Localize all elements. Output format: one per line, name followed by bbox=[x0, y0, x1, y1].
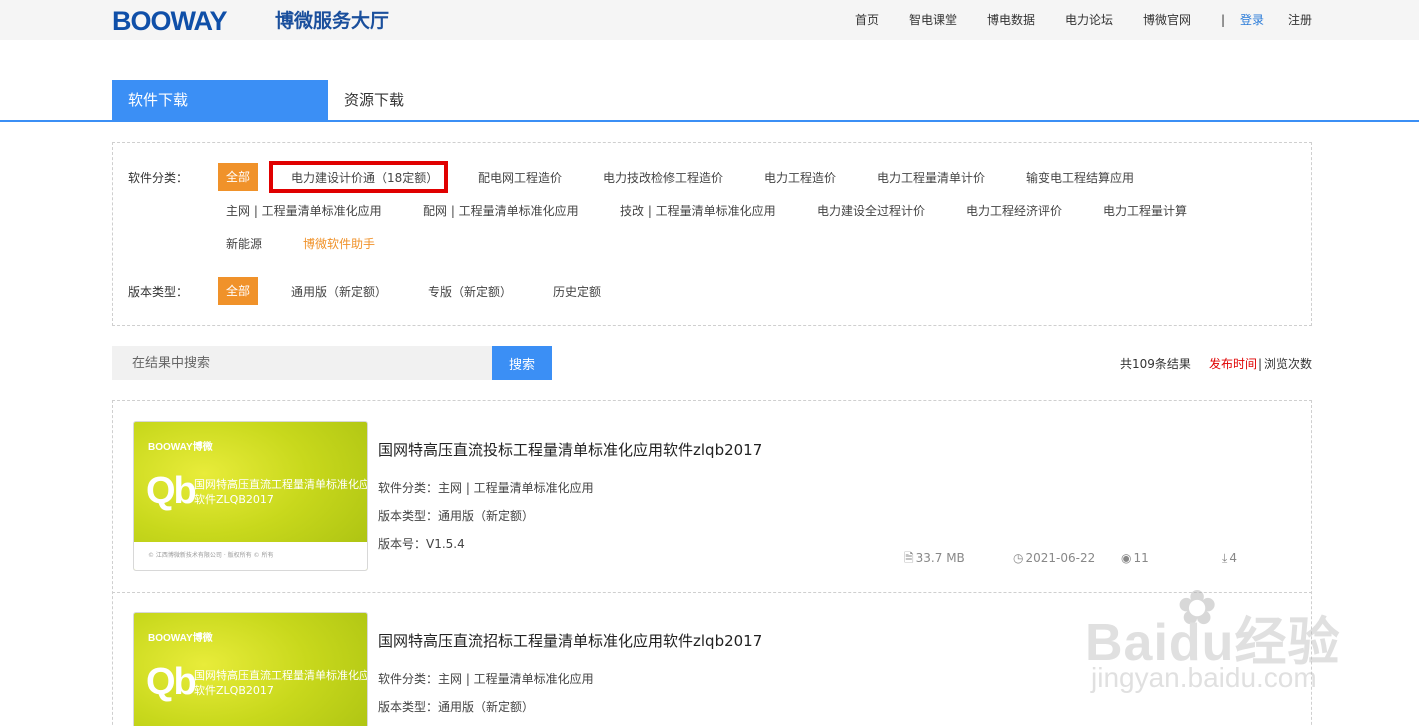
item-title[interactable]: 国网特高压直流招标工程量清单标准化应用软件zlqb2017 bbox=[378, 631, 762, 651]
category-item[interactable]: 配网 | 工程量清单标准化应用 bbox=[423, 203, 579, 219]
thumb-footer: © 江西博微新技术有限公司 · 版权所有 © 所有 bbox=[134, 542, 367, 570]
item-category: 软件分类：主网 | 工程量清单标准化应用 bbox=[378, 481, 594, 495]
category-item[interactable]: 配电网工程造价 bbox=[478, 170, 562, 186]
version-all-button[interactable]: 全部 bbox=[218, 277, 258, 305]
site-title: 博微服务大厅 bbox=[275, 10, 390, 32]
item-version-type: 版本类型：通用版（新定额） bbox=[378, 700, 535, 714]
sort-by-views[interactable]: 浏览次数 bbox=[1264, 356, 1312, 372]
item-version-type: 版本类型：通用版（新定额） bbox=[378, 509, 535, 523]
download-count-value: 4 bbox=[1229, 551, 1237, 565]
category-item[interactable]: 电力工程经济评价 bbox=[966, 203, 1062, 219]
software-thumbnail[interactable]: BOOWAY博微 Qb 国网特高压直流工程量清单标准化应用 软件ZLQB2017… bbox=[133, 421, 368, 571]
item-title[interactable]: 国网特高压直流投标工程量清单标准化应用软件zlqb2017 bbox=[378, 440, 762, 460]
sort-divider: | bbox=[1258, 357, 1263, 371]
qb-logo-icon: Qb bbox=[146, 661, 197, 703]
login-link[interactable]: 登录 bbox=[1240, 12, 1264, 28]
tab-resource-download[interactable]: 资源下载 bbox=[328, 80, 528, 120]
search-input[interactable] bbox=[112, 346, 492, 380]
nav-divider: | bbox=[1221, 13, 1226, 27]
search-button[interactable]: 搜索 bbox=[492, 346, 552, 380]
version-item[interactable]: 专版（新定额） bbox=[428, 284, 512, 300]
file-icon: 🗎 bbox=[904, 551, 914, 565]
category-item[interactable]: 输变电工程结算应用 bbox=[1026, 170, 1134, 186]
category-item[interactable]: 主网 | 工程量清单标准化应用 bbox=[226, 203, 382, 219]
top-bar: BOOWAY 博微服务大厅 首页 智电课堂 博电数据 电力论坛 博微官网 | 登… bbox=[0, 0, 1419, 40]
software-thumbnail[interactable]: BOOWAY博微 Qb 国网特高压直流工程量清单标准化应用 软件ZLQB2017 bbox=[133, 612, 368, 726]
thumb-title-line: 国网特高压直流工程量清单标准化应用 bbox=[194, 478, 368, 491]
thumb-footer-text: © 江西博微新技术有限公司 · 版权所有 © 所有 bbox=[148, 552, 274, 559]
category-item[interactable]: 电力工程量清单计价 bbox=[877, 170, 985, 186]
nav-forum[interactable]: 电力论坛 bbox=[1065, 12, 1113, 28]
booway-logo[interactable]: BOOWAY bbox=[112, 8, 228, 35]
highlight-annotation-box bbox=[269, 161, 448, 193]
result-count: 共109条结果 bbox=[1120, 357, 1191, 371]
item-version-number: 版本号：V1.5.4 bbox=[378, 537, 465, 551]
watermark-url: jingyan.baidu.com bbox=[1091, 662, 1317, 693]
publish-date: ◷ 2021-06-22 bbox=[1013, 550, 1095, 566]
thumb-brand: BOOWAY博微 bbox=[148, 442, 213, 453]
category-item[interactable]: 电力工程量计算 bbox=[1103, 203, 1187, 219]
tab-software-download[interactable]: 软件下载 bbox=[112, 80, 328, 120]
category-label: 软件分类： bbox=[128, 171, 189, 185]
file-size-value: 33.7 MB bbox=[915, 551, 965, 565]
eye-icon: ◉ bbox=[1121, 551, 1132, 565]
qb-logo-icon: Qb bbox=[146, 470, 197, 512]
version-label: 版本类型： bbox=[128, 285, 189, 299]
nav-official-site[interactable]: 博微官网 bbox=[1143, 12, 1191, 28]
version-item[interactable]: 通用版（新定额） bbox=[291, 284, 387, 300]
sort-by-time[interactable]: 发布时间 bbox=[1209, 356, 1257, 372]
tab-underline bbox=[0, 120, 1419, 122]
thumb-title-line: 软件ZLQB2017 bbox=[194, 684, 274, 697]
register-link[interactable]: 注册 bbox=[1288, 12, 1312, 28]
category-item-assistant[interactable]: 博微软件助手 bbox=[303, 236, 375, 252]
download-icon[interactable]: ⤓ bbox=[1222, 550, 1227, 566]
file-size: 🗎 33.7 MB bbox=[904, 550, 965, 566]
thumb-title-line: 国网特高压直流工程量清单标准化应用 bbox=[194, 669, 368, 682]
item-category: 软件分类：主网 | 工程量清单标准化应用 bbox=[378, 672, 594, 686]
category-item[interactable]: 新能源 bbox=[226, 236, 262, 252]
thumb-title-line: 软件ZLQB2017 bbox=[194, 493, 274, 506]
nav-smart-class[interactable]: 智电课堂 bbox=[909, 12, 957, 28]
category-all-button[interactable]: 全部 bbox=[218, 163, 258, 191]
category-item[interactable]: 技改 | 工程量清单标准化应用 bbox=[620, 203, 776, 219]
category-item[interactable]: 电力建设全过程计价 bbox=[817, 203, 925, 219]
nav-data[interactable]: 博电数据 bbox=[987, 12, 1035, 28]
nav-home[interactable]: 首页 bbox=[855, 12, 879, 28]
view-count-value: 11 bbox=[1133, 551, 1149, 565]
category-item[interactable]: 电力技改检修工程造价 bbox=[603, 170, 723, 186]
category-item[interactable]: 电力工程造价 bbox=[764, 170, 836, 186]
version-item[interactable]: 历史定额 bbox=[553, 284, 601, 300]
view-count: ◉ 11 bbox=[1121, 550, 1149, 566]
clock-icon: ◷ bbox=[1013, 551, 1024, 565]
download-count[interactable]: ⤓ 4 bbox=[1222, 550, 1237, 566]
publish-date-value: 2021-06-22 bbox=[1025, 551, 1096, 565]
thumb-brand: BOOWAY博微 bbox=[148, 633, 213, 644]
baidu-watermark: ✿ Baidu经验 jingyan.baidu.com bbox=[1085, 580, 1375, 700]
